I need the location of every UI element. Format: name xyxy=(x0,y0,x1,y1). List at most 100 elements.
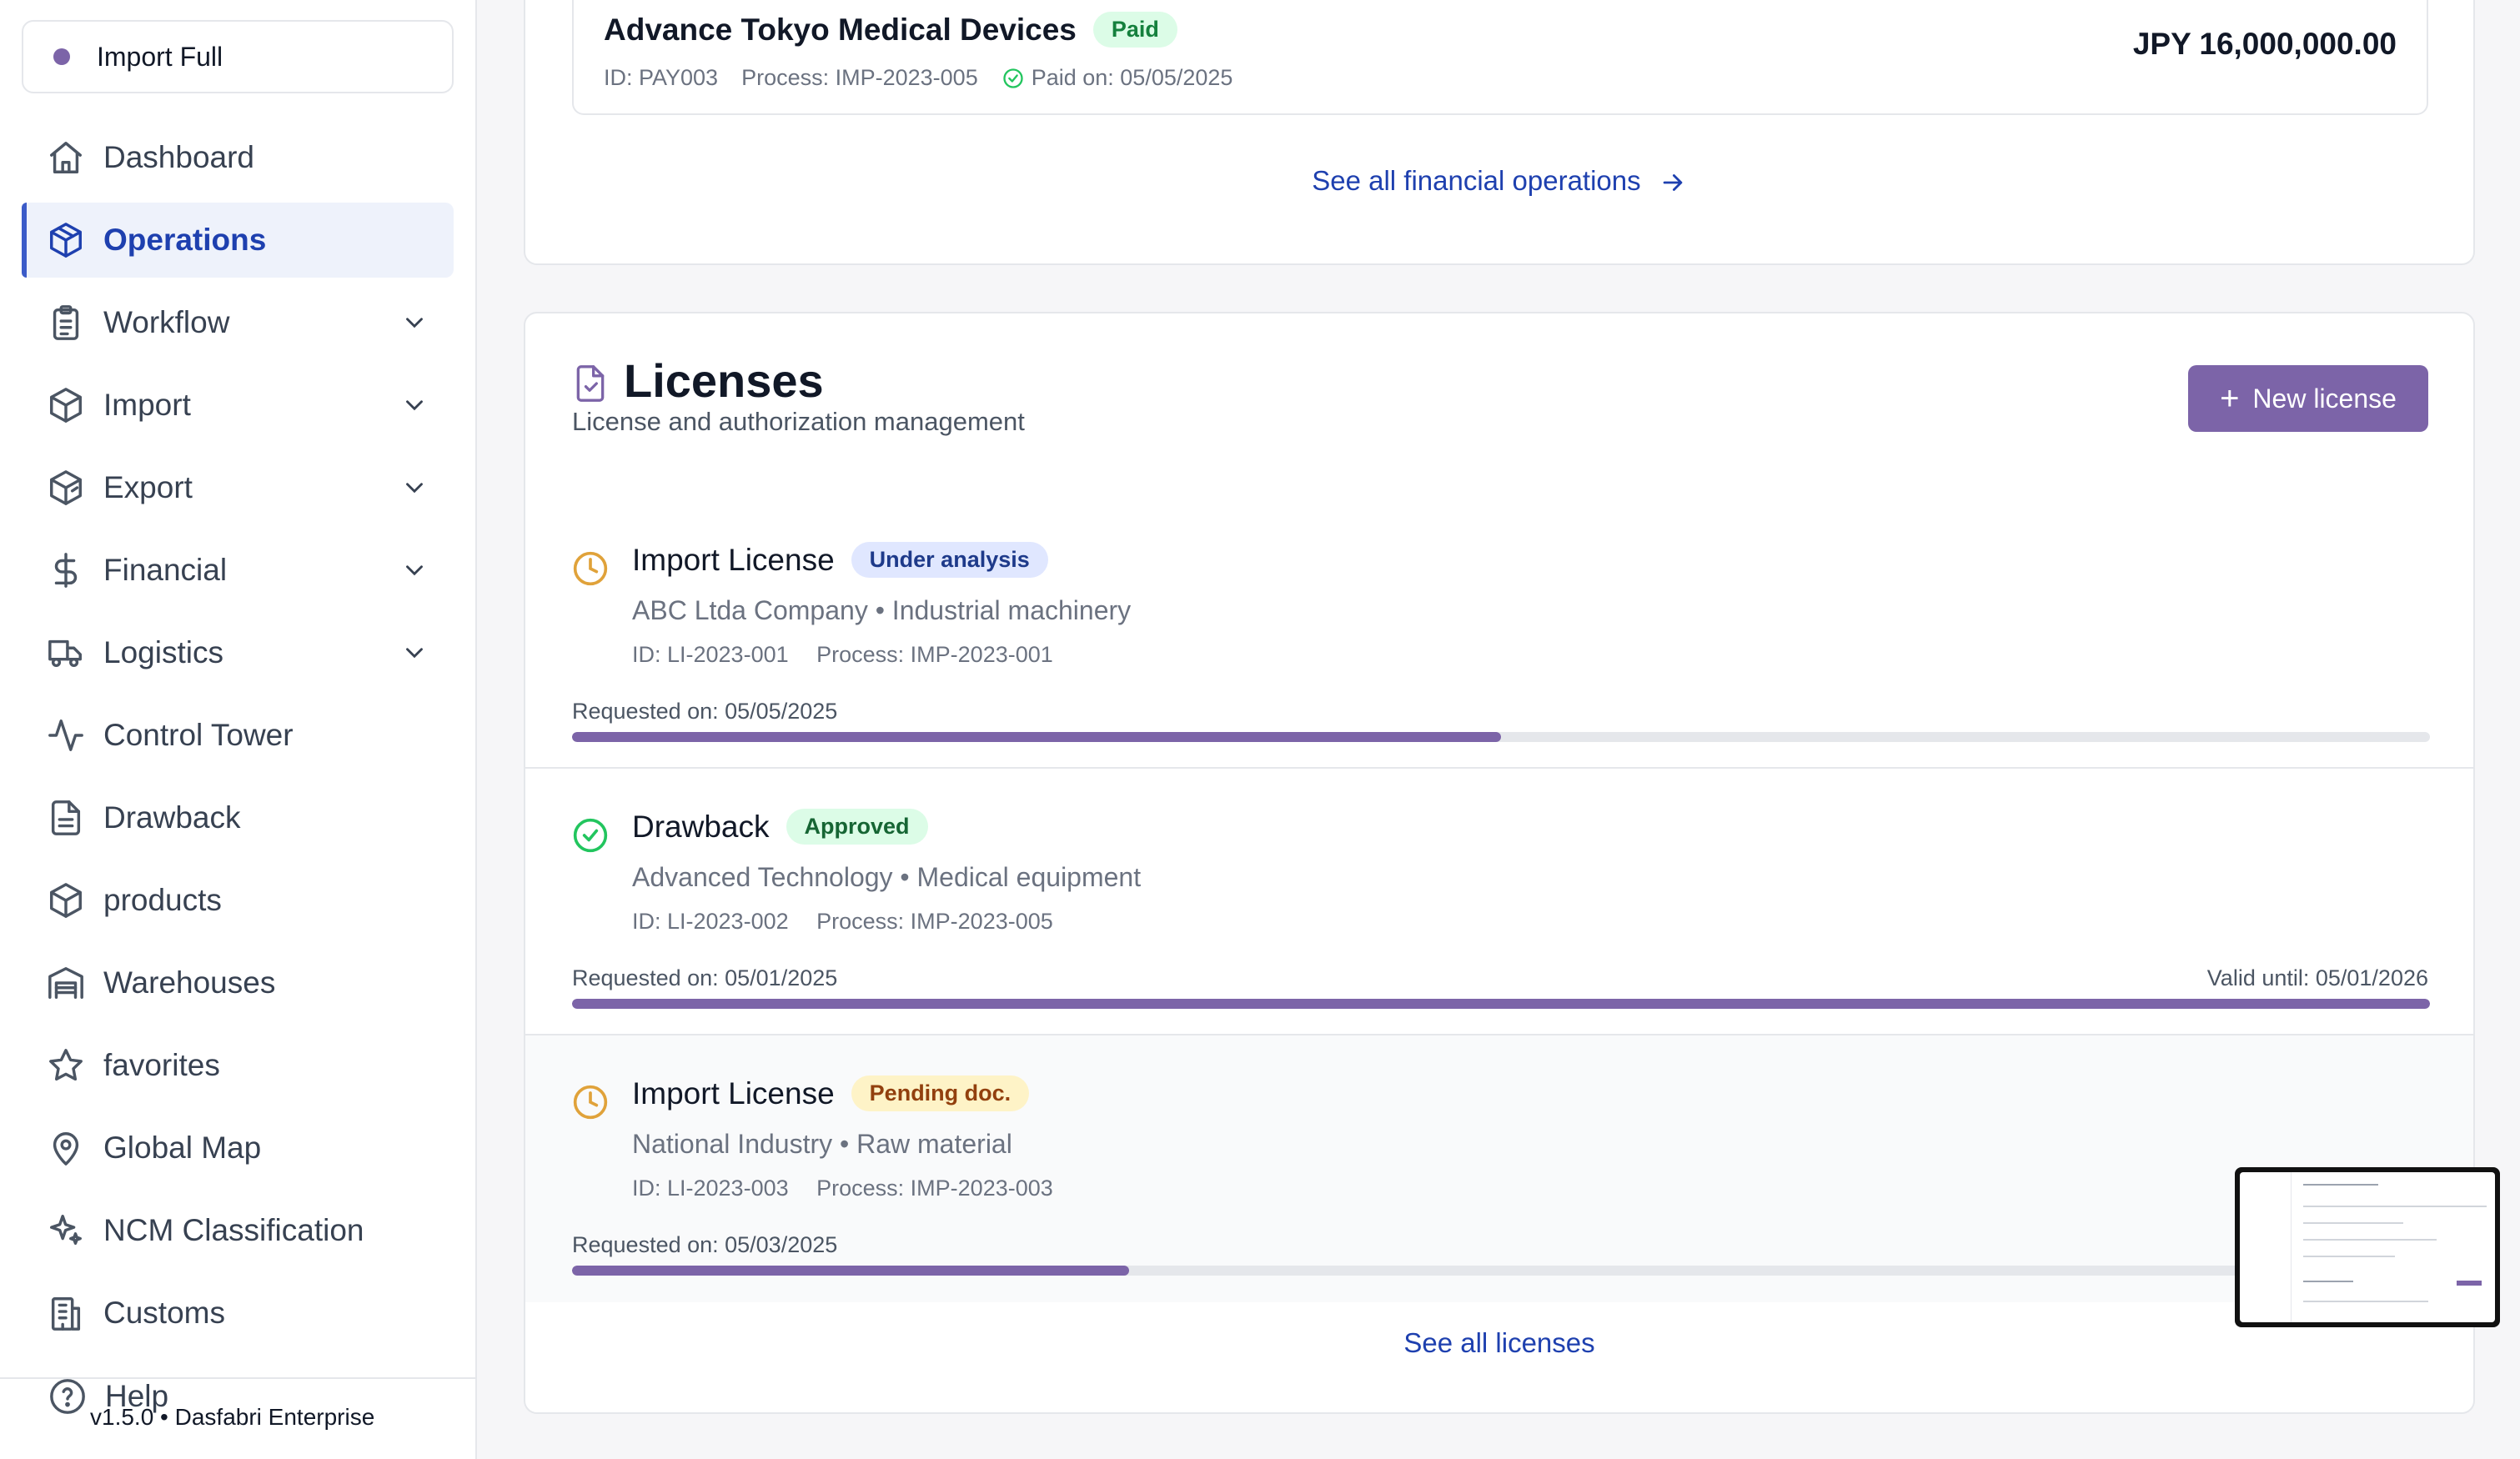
preview-line xyxy=(2303,1281,2353,1282)
plus-icon: + xyxy=(2220,379,2240,417)
see-all-licenses-link[interactable]: See all licenses xyxy=(525,1327,2473,1359)
license-name: Import License xyxy=(632,542,835,577)
sidebar-item-financial[interactable]: Financial xyxy=(22,533,454,608)
see-all-financial-link[interactable]: See all financial operations xyxy=(525,165,2473,197)
payment-title: Advance Tokyo Medical Devices xyxy=(604,12,1077,47)
check-circle-icon xyxy=(573,818,608,853)
licenses-title: Licenses xyxy=(624,354,824,407)
status-badge: Approved xyxy=(786,809,928,845)
sidebar-item-operations[interactable]: Operations xyxy=(22,203,454,278)
truck-icon xyxy=(47,634,85,672)
clock-icon xyxy=(573,551,608,586)
sidebar-item-label: favorites xyxy=(103,1048,220,1082)
license-requested: Requested on: 05/01/2025 xyxy=(572,965,838,990)
license-item[interactable]: Drawback Approved Advanced Technology • … xyxy=(525,769,2473,1035)
sidebar-item-label: Operations xyxy=(103,223,267,257)
sidebar-item-products[interactable]: products xyxy=(22,863,454,938)
sidebar-item-dashboard[interactable]: Dashboard xyxy=(22,120,454,195)
license-title-row: Import License Under analysis xyxy=(632,542,1048,578)
sidebar-item-label: NCM Classification xyxy=(103,1213,364,1247)
license-progress-fill xyxy=(572,732,1501,742)
license-item[interactable]: Import License Pending doc. National Ind… xyxy=(525,1035,2473,1302)
environment-dot xyxy=(53,48,70,65)
star-icon xyxy=(47,1046,85,1085)
home-icon xyxy=(47,138,85,177)
chevron-down-icon[interactable] xyxy=(400,639,429,667)
box-icon xyxy=(47,221,85,259)
license-progress-fill xyxy=(572,999,2430,1009)
license-name: Drawback xyxy=(632,809,770,844)
preview-line xyxy=(2303,1301,2428,1302)
chevron-down-icon[interactable] xyxy=(400,474,429,502)
box-icon xyxy=(47,881,85,920)
page-preview-image xyxy=(2240,1172,2495,1322)
sidebar-item-control-tower[interactable]: Control Tower xyxy=(22,698,454,773)
license-name: Import License xyxy=(632,1075,835,1111)
environment-label: Import Full xyxy=(97,41,223,72)
file-icon xyxy=(47,799,85,837)
environment-selector[interactable]: Import Full xyxy=(22,20,454,93)
license-company: National Industry • Raw material xyxy=(632,1129,1012,1159)
sidebar-item-workflow[interactable]: Workflow xyxy=(22,285,454,360)
license-title-row: Import License Pending doc. xyxy=(632,1075,1030,1111)
license-valid-until: Valid until: 05/01/2026 xyxy=(2206,965,2428,990)
license-meta: ID: LI-2023-001 Process: IMP-2023-001 xyxy=(632,642,1075,668)
license-item[interactable]: Import License Under analysis ABC Ltda C… xyxy=(525,502,2473,769)
clipboard-icon xyxy=(47,303,85,342)
payment-id: ID: PAY003 xyxy=(604,65,719,90)
see-all-financial-label: See all financial operations xyxy=(1312,165,1641,196)
license-progress xyxy=(572,999,2430,1009)
license-company: Advanced Technology • Medical equipment xyxy=(632,862,1142,892)
sidebar-item-warehouses[interactable]: Warehouses xyxy=(22,945,454,1020)
license-meta: ID: LI-2023-002 Process: IMP-2023-005 xyxy=(632,909,1075,935)
preview-line xyxy=(2303,1222,2403,1224)
chevron-down-icon[interactable] xyxy=(400,391,429,419)
arrow-right-icon xyxy=(1663,174,1683,192)
license-id: ID: LI-2023-001 xyxy=(632,642,789,667)
sidebar-item-logistics[interactable]: Logistics xyxy=(22,615,454,690)
sidebar-item-label: Financial xyxy=(103,553,228,587)
license-title-row: Drawback Approved xyxy=(632,809,928,845)
chevron-down-icon[interactable] xyxy=(400,308,429,337)
license-process: Process: IMP-2023-003 xyxy=(816,1176,1053,1201)
new-license-button[interactable]: + New license xyxy=(2188,365,2428,432)
sidebar-item-customs[interactable]: Customs xyxy=(22,1276,454,1351)
sidebar-item-drawback[interactable]: Drawback xyxy=(22,780,454,855)
version-label: v1.5.0 • Dasfabri Enterprise xyxy=(90,1404,375,1430)
clock-icon xyxy=(573,1085,608,1120)
payment-meta: ID: PAY003 Process: IMP-2023-005 Paid on… xyxy=(604,65,1279,91)
payment-amount: JPY 16,000,000.00 xyxy=(2132,27,2397,61)
payment-row[interactable]: Advance Tokyo Medical Devices Paid ID: P… xyxy=(572,0,2428,115)
dollar-icon xyxy=(47,551,85,589)
preview-line xyxy=(2303,1206,2487,1207)
payment-title-row: Advance Tokyo Medical Devices Paid xyxy=(604,12,1177,48)
chevron-down-icon[interactable] xyxy=(400,556,429,584)
status-badge: Paid xyxy=(1092,12,1177,48)
sidebar-item-import[interactable]: Import xyxy=(22,368,454,443)
new-license-label: New license xyxy=(2252,383,2397,414)
sidebar-item-label: Logistics xyxy=(103,635,223,669)
status-badge: Under analysis xyxy=(851,542,1048,578)
payment-process: Process: IMP-2023-005 xyxy=(741,65,978,90)
licenses-card: Licenses License and authorization manag… xyxy=(524,312,2475,1414)
license-progress xyxy=(572,1266,2430,1276)
sidebar-item-global-map[interactable]: Global Map xyxy=(22,1111,454,1186)
sidebar-item-export[interactable]: Export xyxy=(22,450,454,525)
check-circle-icon xyxy=(1003,68,1023,88)
payment-paid-on-text: Paid on: 05/05/2025 xyxy=(1031,65,1233,90)
sidebar-item-favorites[interactable]: favorites xyxy=(22,1028,454,1103)
page-preview-thumbnail[interactable] xyxy=(2235,1167,2500,1327)
sidebar-item-ncm-classification[interactable]: NCM Classification xyxy=(22,1193,454,1268)
payment-paid-on: Paid on: 05/05/2025 xyxy=(1001,65,1257,91)
sidebar-item-label: Drawback xyxy=(103,800,241,835)
license-requested: Requested on: 05/03/2025 xyxy=(572,1232,838,1257)
map-pin-icon xyxy=(47,1129,85,1167)
license-meta: ID: LI-2023-003 Process: IMP-2023-003 xyxy=(632,1176,1075,1201)
activity-icon xyxy=(47,716,85,755)
sidebar-item-label: Workflow xyxy=(103,305,230,339)
preview-line xyxy=(2303,1239,2437,1241)
preview-line xyxy=(2457,1281,2482,1286)
preview-sidebar xyxy=(2240,1172,2292,1322)
sidebar-item-label: Control Tower xyxy=(103,718,294,752)
warehouse-icon xyxy=(47,964,85,1002)
